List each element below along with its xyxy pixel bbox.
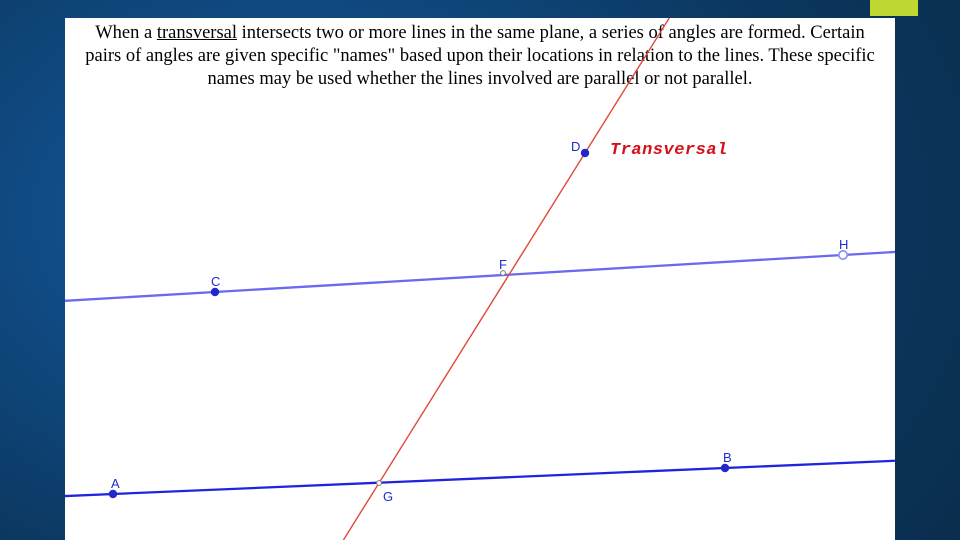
label-transversal: Transversal [610, 141, 728, 160]
label-C: C [211, 274, 220, 289]
label-G: G [383, 489, 393, 504]
label-B: B [723, 450, 732, 465]
label-A: A [111, 476, 120, 491]
geometry-diagram [65, 18, 895, 540]
point-A [109, 490, 117, 498]
point-B [721, 464, 729, 472]
point-C [211, 288, 219, 296]
line-AB [65, 461, 895, 496]
point-H [839, 251, 847, 259]
label-H: H [839, 237, 848, 252]
line-CH [65, 252, 895, 301]
label-D: D [571, 139, 580, 154]
point-G [377, 481, 382, 486]
label-F: F [499, 257, 507, 272]
content-panel: When a transversal intersects two or mor… [65, 18, 895, 540]
point-D [581, 149, 589, 157]
accent-tab [870, 0, 918, 16]
line-DG-transversal [343, 18, 669, 540]
